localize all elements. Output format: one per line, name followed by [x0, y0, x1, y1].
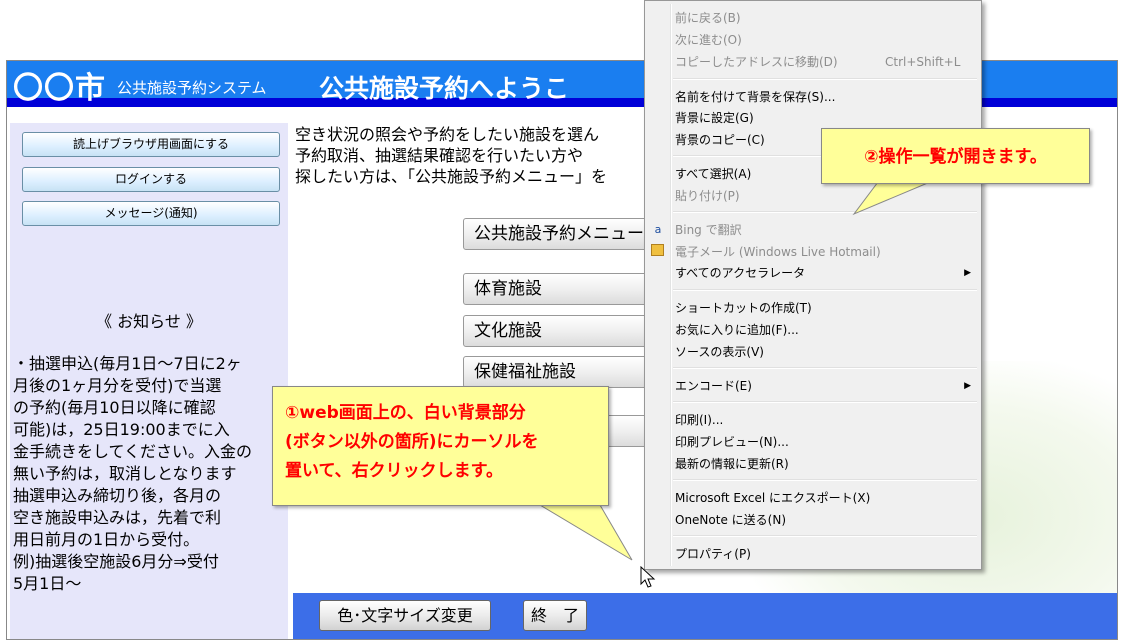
menu-bing-translate[interactable]: Bing で翻訳 [675, 220, 975, 240]
message-button[interactable]: メッセージ(通知) [22, 201, 280, 226]
menu-label: お気に入りに追加(F)... [675, 323, 799, 337]
login-button[interactable]: ログインする [22, 167, 280, 192]
menu-separator [673, 535, 977, 537]
menu-export-excel[interactable]: Microsoft Excel にエクスポート(X) [675, 488, 975, 508]
menu-gutter [670, 4, 672, 566]
menu-label: プロパティ(P) [675, 547, 751, 561]
menu-separator [673, 401, 977, 403]
callout-menu-opens: ②操作一覧が開きます。 [821, 128, 1090, 184]
notice-line: ・抽選申込(毎月1日～7日に2ヶ [13, 354, 242, 373]
menu-label: 背景のコピー(C) [675, 133, 765, 147]
city-name: 〇〇市 [13, 71, 106, 106]
submenu-arrow-icon: ▶ [964, 268, 971, 278]
menu-paste[interactable]: 貼り付け(P) [675, 186, 975, 206]
menu-label: 電子メール (Windows Live Hotmail) [675, 245, 881, 259]
end-button[interactable]: 終 了 [523, 600, 587, 631]
menu-separator [673, 479, 977, 481]
menu-print-preview[interactable]: 印刷プレビュー(N)... [675, 432, 975, 452]
color-font-size-button[interactable]: 色･文字サイズ変更 [319, 600, 491, 631]
menu-label: 背景に設定(G) [675, 111, 754, 125]
notice-line: 月後の1ヶ月分を受付)で当選 [13, 376, 222, 395]
callout-line: (ボタン以外の箇所)にカーソルを [285, 432, 539, 452]
menu-label: Microsoft Excel にエクスポート(X) [675, 491, 871, 505]
intro-line: 探したい方は、「公共施設予約メニュー」を [295, 167, 608, 186]
menu-encoding[interactable]: エンコード(E) ▶ [675, 376, 975, 396]
menu-print[interactable]: 印刷(I)... [675, 410, 975, 430]
notice-title: 《 お知らせ 》 [96, 312, 202, 331]
welcome-title: 公共施設予約へようこ [319, 74, 570, 103]
menu-label: 印刷(I)... [675, 413, 724, 427]
menu-shortcut: Ctrl+Shift+L [885, 55, 961, 69]
notice-line: 無い予約は，取消しとなります [13, 464, 237, 483]
menu-label: ショートカットの作成(T) [675, 301, 812, 315]
menu-separator [673, 367, 977, 369]
menu-label: Bing で翻訳 [675, 223, 742, 237]
intro-line: 空き状況の照会や予約をしたい施設を選ん [295, 125, 600, 144]
notice-line: 例)抽選後空施設6月分⇒受付 [13, 552, 219, 571]
menu-label: コピーしたアドレスに移動(D) [675, 55, 838, 69]
menu-forward[interactable]: 次に進む(O) [675, 30, 975, 50]
notice-line: 金手続きをしてください。入金の [13, 442, 253, 461]
menu-label: OneNote に送る(N) [675, 513, 786, 527]
menu-add-favorites[interactable]: お気に入りに追加(F)... [675, 320, 975, 340]
menu-send-onenote[interactable]: OneNote に送る(N) [675, 510, 975, 530]
menu-label: ソースの表示(V) [675, 345, 764, 359]
menu-create-shortcut[interactable]: ショートカットの作成(T) [675, 298, 975, 318]
notice-line: 空き施設申込みは，先着で利 [13, 508, 222, 527]
intro-text: 空き状況の照会や予約をしたい施設を選ん 予約取消、抽選結果確認を行いたい方や 探… [295, 124, 695, 187]
notice-line: 可能)は，25日19:00までに入 [13, 420, 230, 439]
menu-label: すべてのアクセラレータ [675, 266, 806, 280]
callout-right-click-instruction: ①web画面上の、白い背景部分 (ボタン以外の箇所)にカーソルを 置いて、右クリ… [272, 386, 609, 506]
menu-label: 印刷プレビュー(N)... [675, 435, 789, 449]
notice-line: 5月1日～ [13, 574, 82, 593]
menu-set-background[interactable]: 背景に設定(G) [675, 108, 975, 128]
menu-save-background[interactable]: 名前を付けて背景を保存(S)... [675, 87, 975, 107]
culture-facility-button[interactable]: 文化施設 [463, 315, 663, 347]
screen-reader-mode-button[interactable]: 読上げブラウザ用画面にする [22, 132, 280, 157]
sports-facility-button[interactable]: 体育施設 [463, 273, 663, 305]
menu-properties[interactable]: プロパティ(P) [675, 544, 975, 564]
menu-goto-copied-address[interactable]: コピーしたアドレスに移動(D) Ctrl+Shift+L [675, 52, 975, 72]
menu-back[interactable]: 前に戻る(B) [675, 8, 975, 28]
facility-menu-button[interactable]: 公共施設予約メニュー [463, 218, 663, 250]
menu-separator [673, 211, 977, 213]
menu-label: すべて選択(A) [675, 167, 752, 181]
menu-email[interactable]: 電子メール (Windows Live Hotmail) [675, 242, 975, 262]
menu-separator [673, 289, 977, 291]
notice-line: 用日前月の1日から受付。 [13, 530, 200, 549]
callout-line: 置いて、右クリックします。 [285, 461, 503, 481]
menu-label: 貼り付け(P) [675, 189, 740, 203]
health-welfare-facility-button[interactable]: 保健福祉施設 [463, 356, 663, 388]
footer-bar: 色･文字サイズ変更 終 了 [293, 593, 1117, 639]
menu-label: 名前を付けて背景を保存(S)... [675, 90, 836, 104]
menu-separator [673, 78, 977, 80]
menu-label: エンコード(E) [675, 379, 752, 393]
sidebar: 読上げブラウザ用画面にする ログインする メッセージ(通知) 《 お知らせ 》 … [10, 123, 288, 639]
notice-line: の予約(毎月10日以降に確認 [13, 398, 216, 417]
menu-all-accelerators[interactable]: すべてのアクセラレータ ▶ [675, 263, 975, 283]
notice-line: 抽選申込み締切り後，各月の [13, 486, 222, 505]
email-icon [651, 244, 664, 256]
menu-label: 前に戻る(B) [675, 11, 741, 25]
intro-line: 予約取消、抽選結果確認を行いたい方や [295, 146, 584, 165]
menu-label: 次に進む(O) [675, 33, 742, 47]
menu-view-source[interactable]: ソースの表示(V) [675, 342, 975, 362]
menu-refresh[interactable]: 最新の情報に更新(R) [675, 454, 975, 474]
system-name: 公共施設予約システム [117, 79, 267, 97]
menu-label: 最新の情報に更新(R) [675, 457, 789, 471]
bing-translate-icon: a [654, 223, 662, 236]
notice-body: ・抽選申込(毎月1日～7日に2ヶ 月後の1ヶ月分を受付)で当選 の予約(毎月10… [13, 353, 285, 595]
mouse-cursor-icon [640, 566, 656, 588]
callout-line: ①web画面上の、白い背景部分 [285, 403, 526, 423]
context-menu: 前に戻る(B) 次に進む(O) コピーしたアドレスに移動(D) Ctrl+Shif… [644, 0, 982, 570]
submenu-arrow-icon: ▶ [964, 381, 971, 391]
